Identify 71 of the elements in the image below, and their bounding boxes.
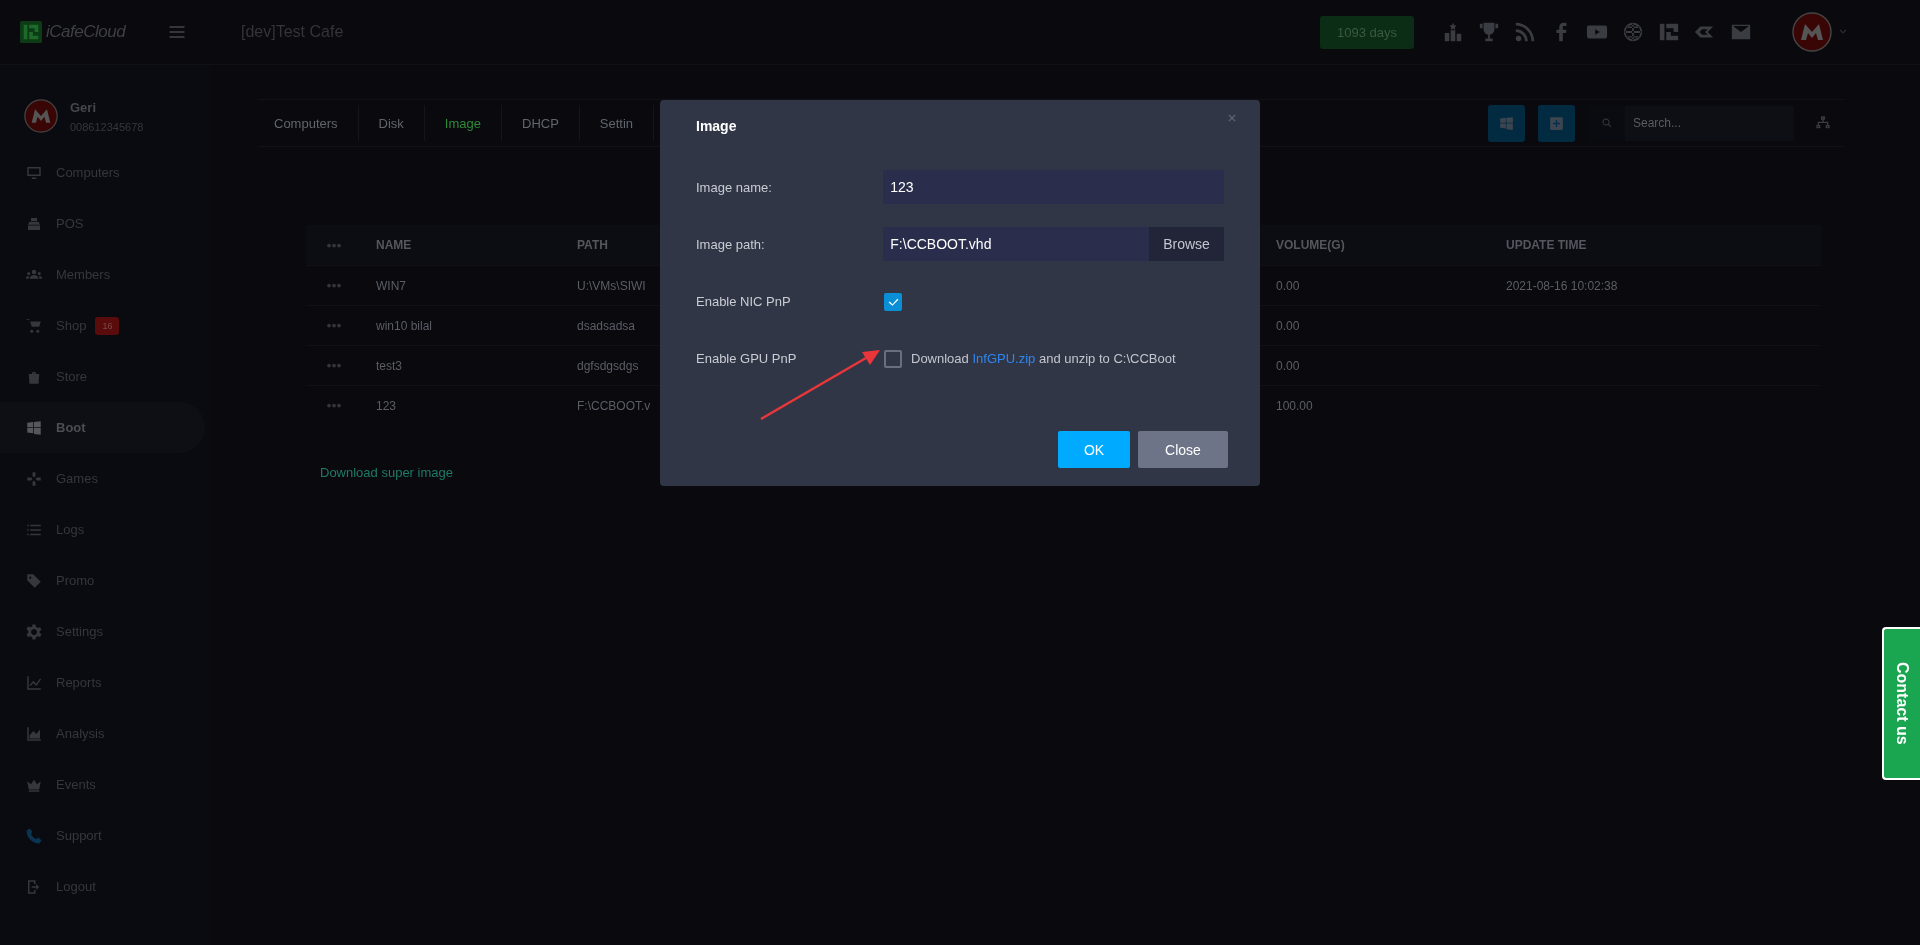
tab[interactable]: DHCP [502,105,580,141]
more-icon [326,323,342,328]
cart-icon [25,316,43,335]
table-cell: dgfsdgsdgs [577,358,639,373]
close-glyph-icon [1226,112,1238,124]
table-cell: 123 [376,398,397,413]
download-link[interactable]: Download super image [320,465,453,480]
tab[interactable]: Settin [579,105,655,141]
brand-logo-icon [1658,21,1680,43]
gamepad-icon [25,469,43,488]
table-cell: 100.00 [1276,398,1313,413]
infgpu-link[interactable]: InfGPU.zip [972,351,1036,366]
table-cell: 0.00 [1276,278,1300,293]
network-icon [1815,115,1831,131]
table-cell: 2021-08-16 10:02:38 [1506,278,1618,293]
plus-icon [1548,114,1565,132]
close-icon[interactable] [1226,112,1238,124]
add-button[interactable] [1538,104,1575,142]
windows-icon [25,418,43,437]
checkbox[interactable] [884,350,902,368]
more-icon [326,242,342,248]
avatar[interactable] [1792,12,1832,52]
gpu-note: Download InfGPU.zip and unzip to C:\CCBoot [911,350,1176,368]
ok-button[interactable]: OK [1058,431,1130,468]
windows-icon [1498,114,1515,132]
ranking-icon [1442,21,1464,43]
input-field[interactable]: 123 [883,170,1224,204]
sidebar-item[interactable]: Boot [0,402,205,453]
rss-icon [1514,21,1536,43]
more-icon [326,363,342,368]
table-cell: WIN7 [376,278,406,293]
table-cell: win10 bilal [376,318,433,333]
close-button[interactable]: Close [1138,431,1228,468]
sidebar-label: Boot [56,420,86,435]
field-label: Enable GPU PnP [696,350,798,368]
table-cell: 0.00 [1276,358,1300,373]
dialog-title: Image [696,118,738,134]
phone-icon [25,826,43,845]
tab[interactable]: Image [424,105,502,141]
table-cell: U:\VMs\SIWI [577,278,646,293]
count-badge: 16 [95,316,120,335]
field-label: Enable NIC PnP [696,293,792,311]
more-icon [326,283,342,288]
table-cell: dsadsadsa [577,318,636,333]
column-header: NAME [376,238,412,252]
table-cell: F:\CCBOOT.v [577,398,651,413]
column-header: PATH [577,238,608,252]
user-name: Geri [70,99,97,115]
browse-button[interactable]: Browse [1149,227,1224,261]
column-header: UPDATE TIME [1506,238,1587,252]
globe-icon [1622,21,1644,43]
line-chart-icon [25,673,43,692]
area-chart-icon [25,724,43,743]
field-label: Image path: [696,236,766,254]
tag-icon [25,571,43,590]
tab[interactable]: Disk [358,105,425,141]
table-cell: 0.00 [1276,318,1300,333]
field-label: Image name: [696,179,773,197]
contact-tab[interactable]: Contact us [1882,627,1920,780]
more-icon [326,403,342,408]
input-field[interactable]: F:\CCBOOT.vhd [883,227,1149,261]
tab[interactable]: Computers [258,105,359,141]
search-icon [1600,117,1613,129]
windows-button[interactable] [1488,104,1525,142]
settings-icon [25,622,43,641]
checkbox[interactable] [884,293,902,311]
column-header: VOLUME(G) [1276,238,1345,252]
cafe-logo-icon [20,21,42,43]
table-cell: test3 [376,358,402,373]
avatar [24,99,58,133]
trophy-icon [1478,21,1500,43]
